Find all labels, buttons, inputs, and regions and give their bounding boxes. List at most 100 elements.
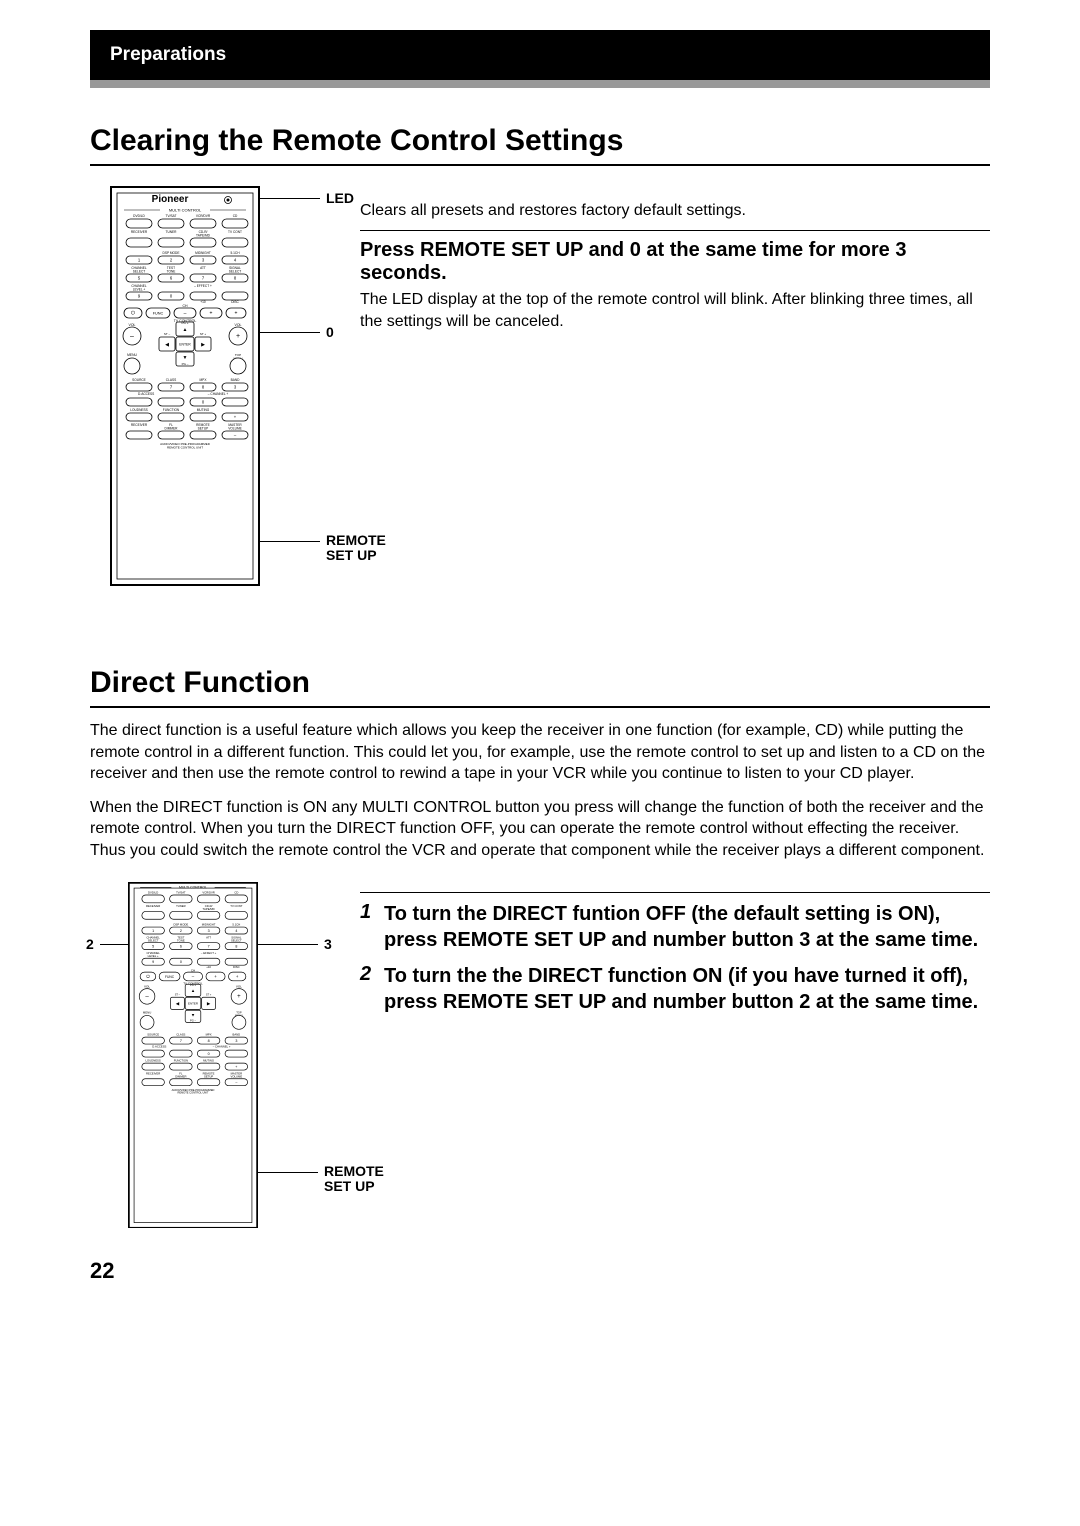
svg-text:PG –: PG –	[182, 362, 189, 366]
svg-text:1: 1	[152, 928, 154, 932]
svg-text:+: +	[235, 311, 238, 317]
svg-text:VOLUME: VOLUME	[228, 427, 241, 431]
svg-text:ST +: ST +	[206, 992, 212, 996]
heading-direct: Direct Function	[90, 666, 990, 708]
svg-text:ST –: ST –	[164, 332, 171, 336]
callout-remote-setup-1: REMOTE SET UP	[326, 533, 406, 564]
remote-svg-1: PioneerMULTI CONTROLDVD/LDTV/SATVCR/DVRC…	[110, 186, 260, 586]
svg-text:FUNC: FUNC	[165, 974, 175, 978]
callout-led: LED	[326, 190, 354, 206]
page-number: 22	[90, 1258, 990, 1284]
svg-text:TAPE/MD: TAPE/MD	[203, 907, 215, 911]
svg-text:ATT: ATT	[206, 935, 211, 939]
svg-text:6: 6	[180, 944, 182, 948]
svg-text:7: 7	[208, 944, 210, 948]
svg-text:CH: CH	[191, 968, 195, 972]
svg-text:– EFFECT +: – EFFECT +	[194, 284, 212, 288]
svg-text:TUNER: TUNER	[166, 230, 178, 234]
svg-text:SETUP: SETUP	[198, 427, 209, 431]
step-2-num: 2	[360, 963, 384, 1015]
svg-text:LEVEL +: LEVEL +	[148, 954, 159, 958]
svg-text:5.1CH: 5.1CH	[232, 922, 240, 926]
svg-text:VCR/DVR: VCR/DVR	[202, 890, 214, 894]
svg-text:RECEIVER: RECEIVER	[146, 1071, 160, 1075]
svg-text:+: +	[235, 1064, 237, 1068]
section1-step-title: Press REMOTE SET UP and 0 at the same ti…	[360, 239, 990, 285]
remote-illustration-1: PioneerMULTI CONTROLDVD/LDTV/SATVCR/DVRC…	[90, 186, 360, 606]
svg-text:DVD/LD: DVD/LD	[148, 890, 158, 894]
svg-text:DSP MODE: DSP MODE	[163, 251, 180, 255]
svg-text:TONE: TONE	[167, 270, 176, 274]
svg-text:TUNER: TUNER	[176, 904, 186, 908]
svg-text:SELECT: SELECT	[133, 270, 145, 274]
callout-zero: 0	[326, 324, 334, 340]
rule	[360, 892, 990, 893]
svg-text:7: 7	[180, 1038, 182, 1042]
section-header-underline	[90, 80, 990, 88]
svg-text:LOUDNESS: LOUDNESS	[130, 408, 148, 412]
svg-text:▼: ▼	[183, 355, 188, 361]
svg-text:8: 8	[208, 1038, 210, 1042]
svg-text:PG +: PG +	[182, 321, 189, 325]
svg-text:0: 0	[180, 960, 182, 964]
svg-text:DISC: DISC	[231, 300, 239, 304]
svg-text:MENU: MENU	[143, 1010, 151, 1014]
svg-text:D.ACCESS: D.ACCESS	[152, 1044, 166, 1048]
svg-text:VOL: VOL	[236, 984, 242, 988]
callout-remote-setup-2: REMOTE SET UP	[324, 1164, 404, 1195]
svg-text:FUNCTION: FUNCTION	[163, 408, 180, 412]
svg-text:DVD/LD: DVD/LD	[133, 214, 145, 218]
svg-text:VOL: VOL	[144, 984, 150, 988]
svg-text:MENU: MENU	[127, 353, 137, 357]
svg-text:5.1CH: 5.1CH	[230, 251, 240, 255]
svg-text:ATT: ATT	[200, 266, 206, 270]
svg-text:9: 9	[152, 960, 154, 964]
section-header: Preparations	[90, 30, 990, 80]
svg-text:+: +	[237, 994, 241, 1000]
svg-text:REMOTE CONTROL UNIT: REMOTE CONTROL UNIT	[178, 1090, 209, 1094]
svg-text:⏻: ⏻	[131, 311, 135, 317]
svg-text:MULTI CONTROL: MULTI CONTROL	[179, 885, 207, 889]
heading-clearing: Clearing the Remote Control Settings	[90, 124, 990, 166]
svg-text:MIDNIGHT: MIDNIGHT	[195, 251, 211, 255]
svg-text:CH: CH	[182, 304, 188, 308]
svg-text:▼: ▼	[191, 1012, 195, 1017]
svg-text:2: 2	[180, 928, 182, 932]
svg-text:CD: CD	[234, 890, 238, 894]
svg-text:BAND: BAND	[231, 378, 241, 382]
svg-text:TAPE/MD: TAPE/MD	[196, 234, 211, 238]
svg-text:MULTI CONTROL: MULTI CONTROL	[169, 208, 202, 213]
svg-text:ST +: ST +	[200, 332, 207, 336]
svg-text:RECEIVER: RECEIVER	[146, 904, 160, 908]
svg-text:LOUDNESS: LOUDNESS	[146, 1058, 161, 1062]
svg-text:DSP MODE: DSP MODE	[174, 922, 189, 926]
svg-text:VOL: VOL	[234, 323, 241, 327]
svg-text:SETUP: SETUP	[204, 1074, 213, 1078]
svg-text:MPX: MPX	[206, 1032, 212, 1036]
svg-text:RECEIVER: RECEIVER	[131, 423, 148, 427]
svg-text:▲: ▲	[191, 988, 195, 993]
svg-text:SELECT: SELECT	[148, 938, 159, 942]
svg-text:VOLUME: VOLUME	[230, 1074, 242, 1078]
svg-text:0: 0	[208, 1051, 210, 1055]
step-2-text: To turn the the DIRECT function ON (if y…	[384, 963, 990, 1015]
svg-text:–: –	[184, 311, 187, 317]
svg-text:VCR/DVR: VCR/DVR	[196, 214, 211, 218]
callout-three: 3	[324, 936, 332, 952]
svg-text:DIMMER: DIMMER	[165, 427, 179, 431]
svg-text:LEVEL +: LEVEL +	[133, 288, 146, 292]
svg-text:+10: +10	[200, 300, 206, 304]
svg-text:– CHANNEL +: – CHANNEL +	[208, 392, 229, 396]
svg-text:4: 4	[235, 928, 237, 932]
remote-svg-2: MULTI CONTROLDVD/LDTV/SATVCR/DVRCDRECEIV…	[128, 882, 258, 1229]
svg-text:SOURCE: SOURCE	[132, 378, 146, 382]
svg-text:RECEIVER: RECEIVER	[131, 230, 148, 234]
svg-text:3: 3	[208, 928, 210, 932]
svg-text:MUTING: MUTING	[197, 408, 210, 412]
svg-text:– EFFECT +: – EFFECT +	[201, 950, 217, 954]
svg-text:DISC: DISC	[233, 964, 240, 968]
svg-text:ENTER: ENTER	[179, 343, 191, 347]
remote-illustration-2: MULTI CONTROLDVD/LDTV/SATVCR/DVRCDRECEIV…	[90, 882, 360, 1222]
svg-text:◀: ◀	[165, 342, 169, 348]
callout-two: 2	[86, 936, 94, 952]
